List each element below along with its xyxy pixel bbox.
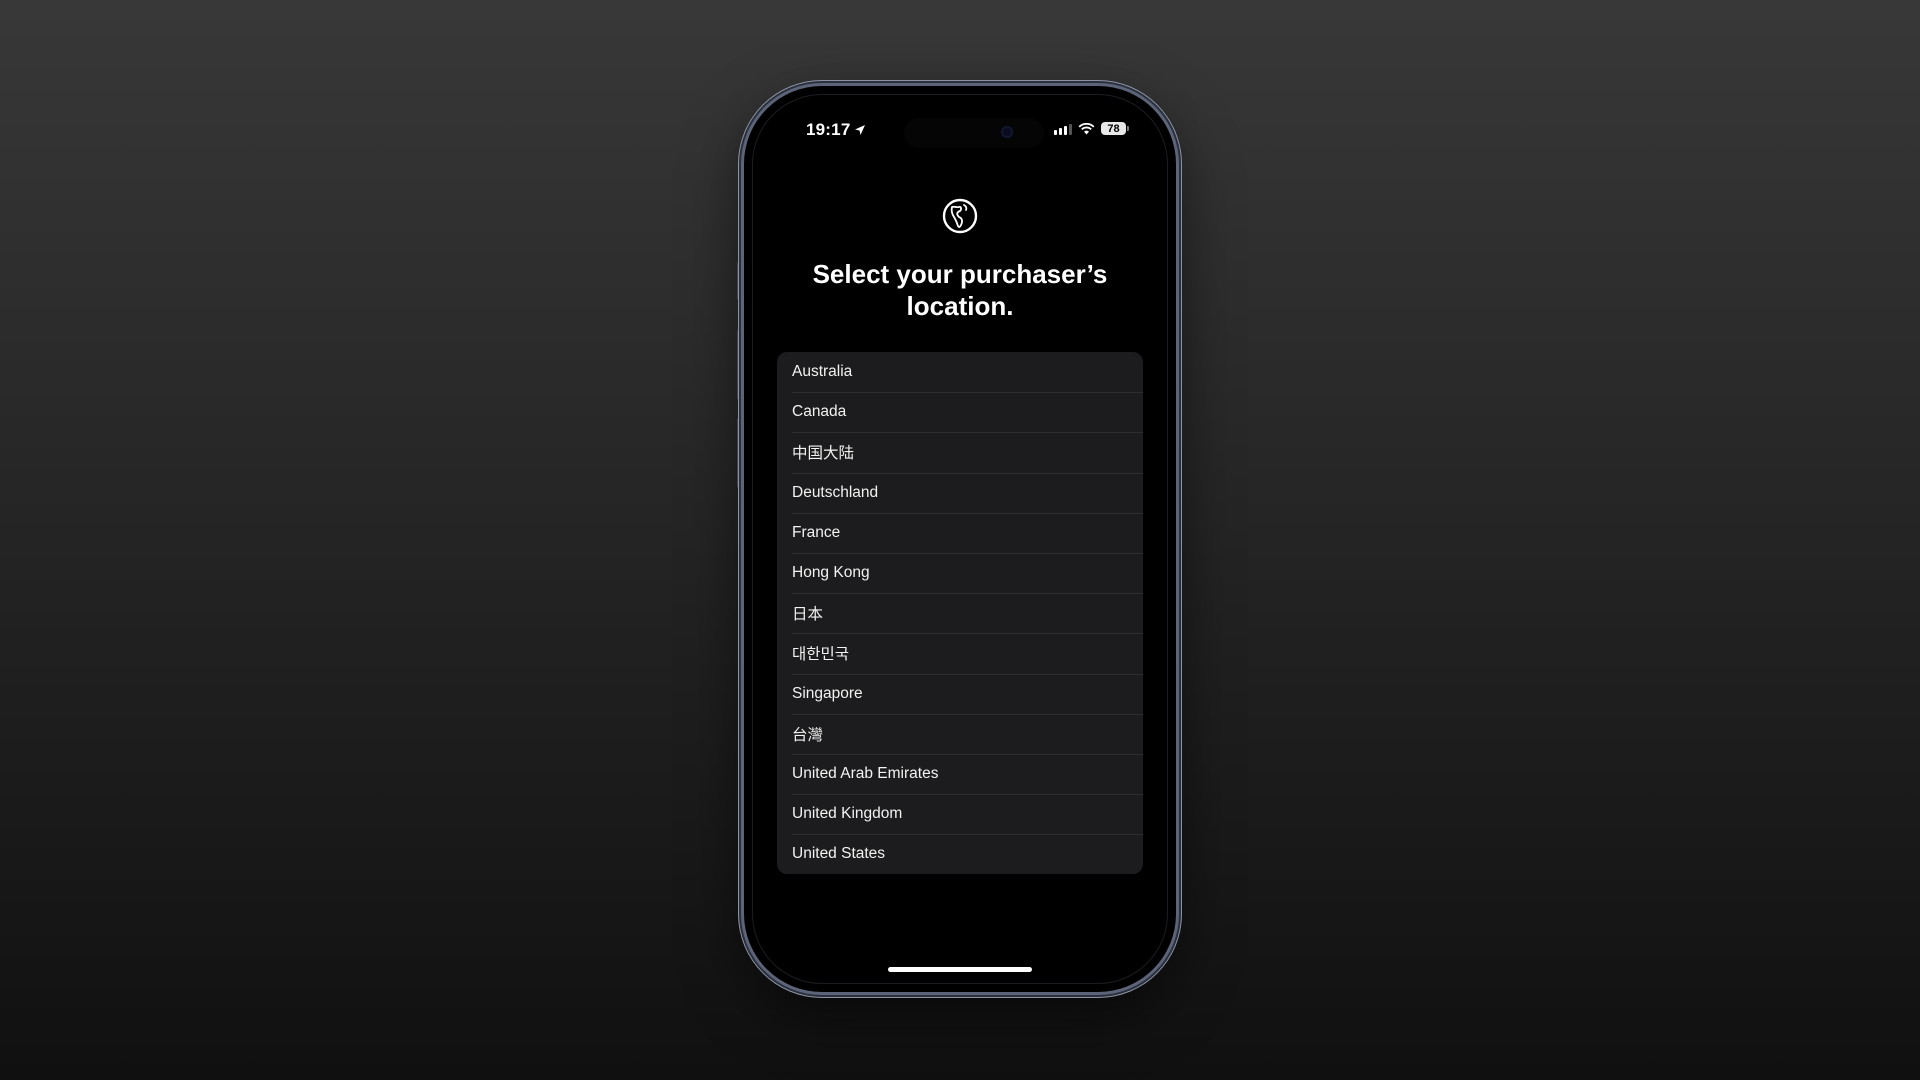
location-item-singapore[interactable]: Singapore: [777, 673, 1143, 714]
status-bar: 19:17 78: [744, 118, 1176, 148]
location-item-france[interactable]: France: [777, 512, 1143, 553]
location-item-united-states[interactable]: United States: [777, 834, 1143, 874]
volume-up-button[interactable]: [737, 330, 741, 400]
action-button[interactable]: [737, 262, 741, 300]
status-time: 19:17: [806, 120, 866, 140]
battery-level: 78: [1107, 122, 1120, 135]
globe-americas-icon: [942, 198, 978, 234]
location-item-united-kingdom[interactable]: United Kingdom: [777, 794, 1143, 834]
volume-down-button[interactable]: [737, 418, 741, 488]
dynamic-island: [904, 118, 1044, 148]
location-item-japan[interactable]: 日本: [777, 593, 1143, 633]
location-item-china-mainland[interactable]: 中国大陆: [777, 432, 1143, 472]
location-arrow-icon: [855, 125, 866, 135]
location-item-canada[interactable]: Canada: [777, 392, 1143, 432]
cellular-signal-icon: [1054, 123, 1072, 135]
location-item-australia[interactable]: Australia: [777, 352, 1143, 392]
camera-dot: [1001, 126, 1013, 138]
location-item-taiwan[interactable]: 台灣: [777, 713, 1143, 754]
location-item-south-korea[interactable]: 대한민국: [777, 633, 1143, 673]
screen: 19:17 78 Select your purchaser’s locatio…: [744, 86, 1176, 992]
location-item-germany[interactable]: Deutschland: [777, 472, 1143, 513]
wifi-icon: [1078, 122, 1095, 134]
location-item-uae[interactable]: United Arab Emirates: [777, 753, 1143, 794]
location-list: Australia Canada 中国大陆 Deutschland France…: [777, 352, 1143, 875]
location-item-hong-kong[interactable]: Hong Kong: [777, 552, 1143, 593]
page-title: Select your purchaser’s location.: [812, 259, 1108, 321]
battery-icon: 78: [1101, 122, 1129, 135]
time-label: 19:17: [806, 120, 851, 139]
home-indicator[interactable]: [888, 967, 1032, 972]
side-button[interactable]: [1177, 378, 1181, 488]
phone-frame: 19:17 78 Select your purchaser’s locatio…: [744, 86, 1176, 992]
